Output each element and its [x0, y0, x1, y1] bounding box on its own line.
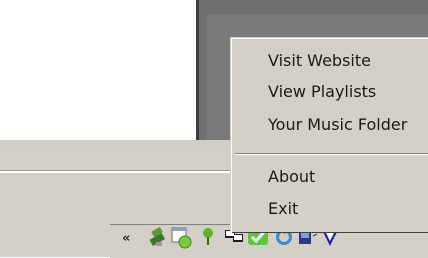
menu-item-your-music-folder[interactable]: Your Music Folder: [232, 111, 428, 139]
tray-context-menu: Visit Website View Playlists Your Music …: [231, 38, 428, 232]
usb-plug-icon[interactable]: [146, 224, 170, 250]
menu-item-about[interactable]: About: [232, 163, 428, 191]
menu-item-visit-website[interactable]: Visit Website: [232, 47, 428, 75]
tray-expand-button[interactable]: «: [122, 232, 136, 246]
menu-separator: [235, 153, 428, 155]
menu-item-exit[interactable]: Exit: [232, 195, 428, 223]
window-green-circle-icon[interactable]: [170, 224, 194, 250]
menu-item-view-playlists[interactable]: View Playlists: [232, 78, 428, 106]
green-pin-icon[interactable]: [196, 224, 220, 250]
